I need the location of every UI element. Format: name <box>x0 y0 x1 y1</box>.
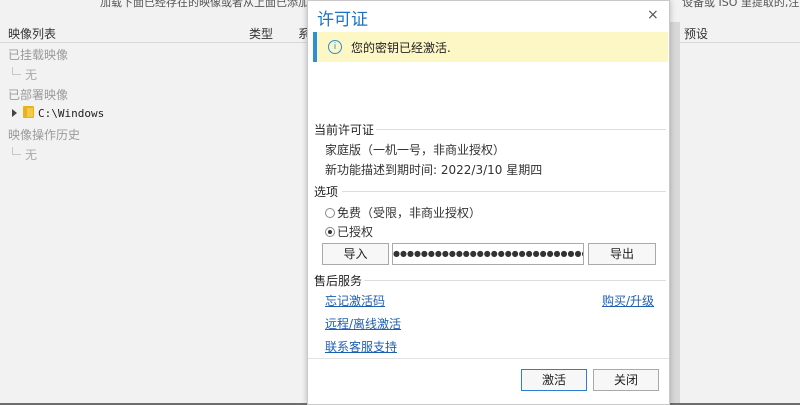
column-preset[interactable]: 预设 <box>684 25 708 42</box>
tree-mounted-images[interactable]: 已挂载映像 <box>8 46 68 63</box>
section-options: 选项 <box>314 183 666 200</box>
section-after-sales: 售后服务 <box>314 272 666 289</box>
activation-notice: i 您的密钥已经激活. <box>313 32 668 62</box>
column-type[interactable]: 类型 <box>249 25 273 42</box>
tree-branch-line <box>12 147 21 155</box>
expand-arrow-icon[interactable] <box>12 109 17 117</box>
license-dialog: 许可证 × i 您的密钥已经激活. 当前许可证 家庭版（一机一号，非商业授权） … <box>307 0 670 405</box>
section-current-license: 当前许可证 <box>314 121 666 138</box>
column-image-list[interactable]: 映像列表 <box>8 25 56 42</box>
options-heading: 选项 <box>314 185 339 199</box>
option-free-label[interactable]: 免费（受限，非商业授权） <box>337 204 481 221</box>
after-sales-heading: 售后服务 <box>314 274 363 288</box>
folder-icon <box>23 106 34 118</box>
export-button[interactable]: 导出 <box>588 243 656 265</box>
tree-mounted-none: 无 <box>12 66 37 83</box>
forgot-code-link[interactable]: 忘记激活码 <box>325 292 385 309</box>
top-hint-right: 设备或 ISO 里提取的,注意来源 <box>682 0 800 9</box>
activate-button[interactable]: 激活 <box>521 369 587 391</box>
section-divider <box>364 280 666 281</box>
notice-message: 您的密钥已经激活. <box>351 41 451 55</box>
notice-accent-bar <box>313 32 317 62</box>
license-key-field[interactable]: ●●●●●●●●●●●●●●●●●●●●●●●●●●●●●●● <box>392 243 584 265</box>
tree-history-none: 无 <box>12 146 37 163</box>
license-expiry: 新功能描述到期时间: 2022/3/10 星期四 <box>325 163 543 177</box>
footer-divider <box>308 358 669 359</box>
tree-deployed-images[interactable]: 已部署映像 <box>8 86 68 103</box>
radio-licensed[interactable] <box>325 227 335 237</box>
close-button[interactable]: 关闭 <box>593 369 659 391</box>
contact-support-link[interactable]: 联系客服支持 <box>325 338 397 355</box>
radio-free[interactable] <box>325 208 335 218</box>
dialog-title: 许可证 <box>317 10 368 30</box>
import-button[interactable]: 导入 <box>322 243 389 265</box>
section-divider <box>342 191 666 192</box>
buy-upgrade-link[interactable]: 购买/升级 <box>602 292 654 309</box>
option-licensed-label[interactable]: 已授权 <box>337 223 373 240</box>
top-hint-left: 加载下面已经存在的映像或者从上面已添加一 <box>100 0 320 9</box>
tree-image-history[interactable]: 映像操作历史 <box>8 126 80 143</box>
tree-item-windows[interactable]: C:\Windows <box>12 106 104 120</box>
license-edition: 家庭版（一机一号，非商业授权） <box>325 143 506 157</box>
close-icon[interactable]: × <box>647 7 659 23</box>
remote-activation-link[interactable]: 远程/离线激活 <box>325 315 401 332</box>
info-icon: i <box>328 40 342 54</box>
tree-branch-line <box>12 67 21 75</box>
current-license-heading: 当前许可证 <box>314 123 375 137</box>
section-divider <box>376 129 666 130</box>
